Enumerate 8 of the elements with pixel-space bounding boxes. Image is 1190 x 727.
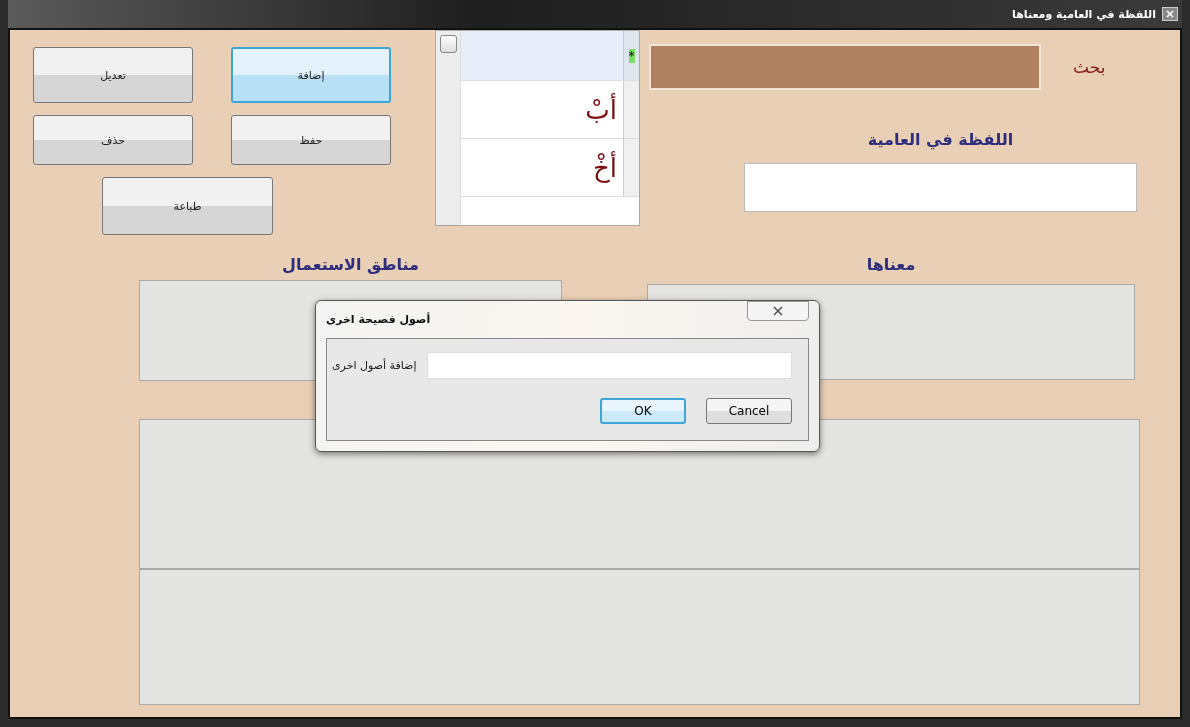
field-label: إضافة أصول اخرى (332, 359, 417, 372)
new-row-marker: * (628, 48, 635, 63)
field-label: اللفظة في العامية (867, 130, 1014, 149)
search-label: بحث (1073, 57, 1106, 77)
dialog-title: أصول فصيحة اخرى (326, 313, 431, 326)
field-label: معناها (866, 255, 916, 274)
window-title: اللفظة في العامية ومعناها (1012, 7, 1156, 21)
field-label: مناطق الاستعمال (282, 255, 419, 274)
